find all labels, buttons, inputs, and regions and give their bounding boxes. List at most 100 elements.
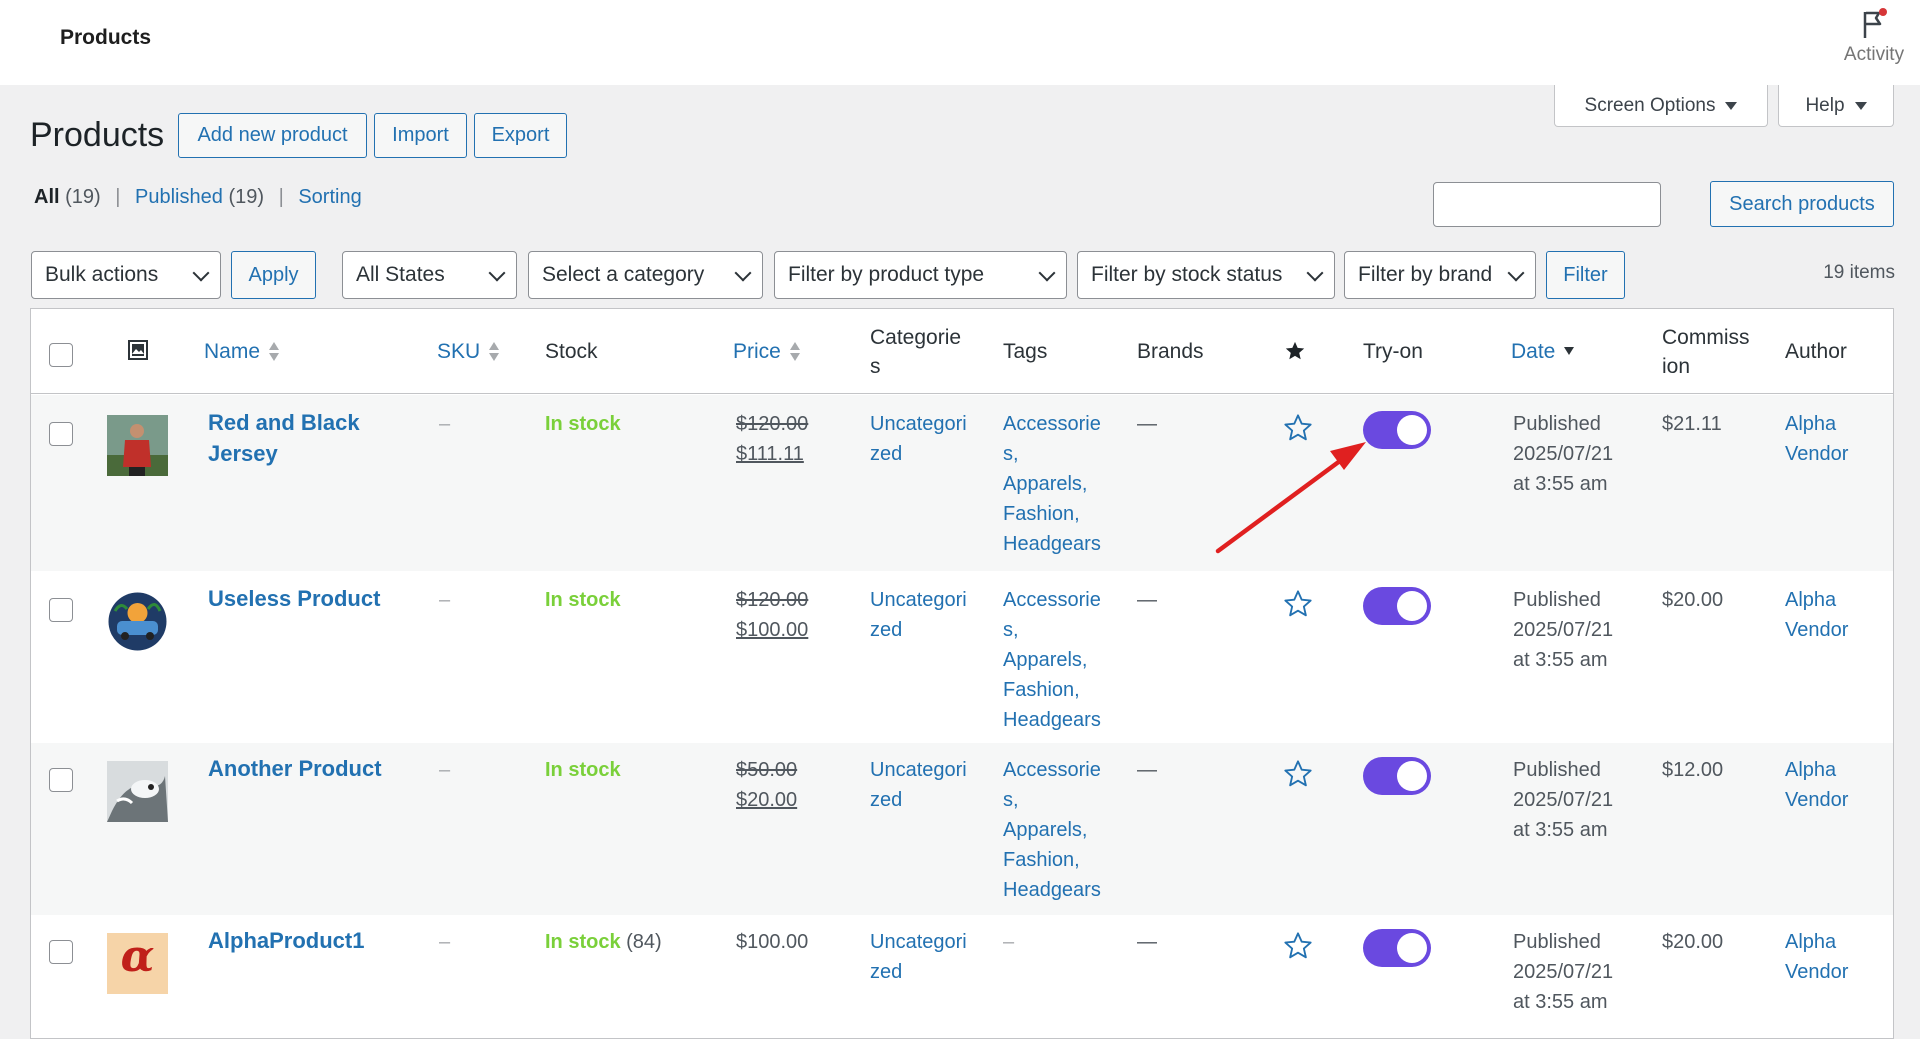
in-stock-label: In stock	[545, 589, 621, 611]
row-checkbox[interactable]	[49, 598, 73, 622]
tags-list: Accessorie s, Apparels, Fashion, Headgea…	[1003, 755, 1101, 905]
items-count: 19 items	[1823, 262, 1895, 283]
row-checkbox[interactable]	[49, 768, 73, 792]
author-link[interactable]: Alpha Vendor	[1785, 755, 1848, 815]
row-checkbox[interactable]	[49, 422, 73, 446]
product-name[interactable]: Red and Black Jersey	[208, 407, 360, 469]
tag-link[interactable]: Accessorie	[1003, 409, 1101, 439]
add-new-product-button[interactable]: Add new product	[178, 113, 367, 158]
sale-price: $111.11	[736, 443, 804, 465]
category-select[interactable]: Select a category	[528, 251, 763, 299]
price-value: $100.00	[736, 931, 809, 953]
import-button[interactable]: Import	[374, 113, 467, 158]
search-input[interactable]	[1433, 182, 1661, 227]
tag-link[interactable]: s,	[1003, 615, 1101, 645]
top-bar: Products Activity	[0, 0, 1920, 85]
tag-link[interactable]: Headgears	[1003, 875, 1101, 905]
date-status: Published	[1513, 413, 1601, 435]
apply-button[interactable]: Apply	[231, 251, 316, 299]
column-categories-line1: Categorie	[870, 326, 962, 349]
stock-status-select[interactable]: Filter by stock status	[1077, 251, 1335, 299]
author-line2: Vendor	[1785, 961, 1849, 983]
product-thumbnail[interactable]	[107, 415, 168, 476]
sku-value: –	[439, 589, 451, 611]
product-thumbnail[interactable]	[107, 761, 168, 822]
star-outline-icon[interactable]	[1282, 588, 1314, 620]
author-link[interactable]: Alpha Vendor	[1785, 585, 1848, 645]
regular-price: $120.00	[736, 589, 809, 611]
column-name[interactable]: Name	[204, 337, 280, 366]
tag-link[interactable]: Fashion,	[1003, 675, 1101, 705]
author-line1: Alpha	[1785, 931, 1837, 953]
tryon-toggle[interactable]	[1363, 757, 1431, 795]
export-button[interactable]: Export	[474, 113, 567, 158]
view-sorting[interactable]: Sorting	[298, 186, 361, 208]
image-column-icon	[127, 339, 149, 369]
tag-link[interactable]: Apparels,	[1003, 645, 1101, 675]
category-line1: Uncategori	[870, 931, 967, 953]
row-checkbox[interactable]	[49, 940, 73, 964]
brand-select[interactable]: Filter by brand	[1344, 251, 1536, 299]
category-line1: Uncategori	[870, 589, 967, 611]
date-value: Published 2025/07/21 at 3:55 am	[1513, 585, 1613, 675]
tryon-toggle[interactable]	[1363, 929, 1431, 967]
product-thumbnail[interactable]: α	[107, 933, 168, 994]
star-outline-icon[interactable]	[1282, 758, 1314, 790]
column-date[interactable]: Date	[1511, 337, 1575, 366]
view-all-count: (19)	[65, 186, 101, 208]
view-published[interactable]: Published	[135, 186, 223, 208]
select-all-checkbox[interactable]	[49, 343, 73, 367]
author-line2: Vendor	[1785, 619, 1849, 641]
category-line1: Uncategori	[870, 759, 967, 781]
tag-link[interactable]: s,	[1003, 439, 1101, 469]
tag-link[interactable]: Headgears	[1003, 529, 1101, 559]
bulk-actions-select[interactable]: Bulk actions	[31, 251, 221, 299]
date-status: Published	[1513, 931, 1601, 953]
page-title: Products	[30, 116, 165, 154]
regular-price: $120.00	[736, 413, 809, 435]
tag-link[interactable]: Accessorie	[1003, 585, 1101, 615]
product-type-select[interactable]: Filter by product type	[774, 251, 1067, 299]
search-products-button[interactable]: Search products	[1710, 181, 1894, 227]
product-name-line1: Useless Product	[208, 586, 381, 611]
tryon-toggle[interactable]	[1363, 411, 1431, 449]
column-tags: Tags	[1003, 340, 1048, 363]
sort-icon	[789, 341, 801, 363]
author-link[interactable]: Alpha Vendor	[1785, 409, 1848, 469]
category-link[interactable]: Uncategori zed	[870, 585, 967, 645]
states-select[interactable]: All States	[342, 251, 517, 299]
product-name-line1: AlphaProduct1	[208, 928, 365, 953]
product-name[interactable]: Useless Product	[208, 583, 380, 614]
sku-value: –	[439, 759, 451, 781]
chevron-down-icon	[1507, 264, 1525, 282]
category-link[interactable]: Uncategori zed	[870, 409, 967, 469]
tag-link[interactable]: Fashion,	[1003, 499, 1101, 529]
category-link[interactable]: Uncategori zed	[870, 755, 967, 815]
tag-link[interactable]: Accessorie	[1003, 755, 1101, 785]
help-button[interactable]: Help	[1778, 85, 1894, 127]
product-name[interactable]: Another Product	[208, 753, 382, 784]
column-commission-line1: Commiss	[1662, 326, 1750, 349]
tag-link[interactable]: s,	[1003, 785, 1101, 815]
category-link[interactable]: Uncategori zed	[870, 927, 967, 987]
bulk-actions-value: Bulk actions	[45, 263, 159, 286]
sku-value: –	[439, 413, 451, 435]
product-name[interactable]: AlphaProduct1	[208, 925, 364, 956]
tag-link[interactable]: Apparels,	[1003, 469, 1101, 499]
screen-options-button[interactable]: Screen Options	[1554, 85, 1768, 127]
tags-list: Accessorie s, Apparels, Fashion, Headgea…	[1003, 409, 1101, 559]
tryon-toggle[interactable]	[1363, 587, 1431, 625]
tag-link[interactable]: Headgears	[1003, 705, 1101, 735]
tag-link[interactable]: Apparels,	[1003, 815, 1101, 845]
filter-button[interactable]: Filter	[1546, 251, 1625, 299]
column-sku[interactable]: SKU	[437, 337, 500, 366]
star-outline-icon[interactable]	[1282, 412, 1314, 444]
tag-link[interactable]: Fashion,	[1003, 845, 1101, 875]
product-thumbnail[interactable]	[107, 591, 168, 652]
view-all[interactable]: All	[34, 186, 60, 208]
activity-button[interactable]: Activity	[1838, 8, 1910, 66]
star-outline-icon[interactable]	[1282, 930, 1314, 962]
category-line2: zed	[870, 789, 903, 811]
column-price[interactable]: Price	[733, 337, 801, 366]
author-link[interactable]: Alpha Vendor	[1785, 927, 1848, 987]
